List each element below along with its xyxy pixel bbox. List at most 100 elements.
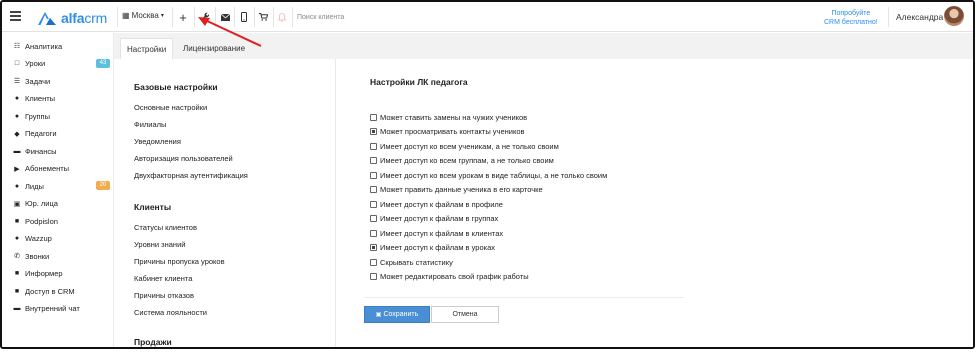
permission-option[interactable]: Имеет доступ ко всем группам, а не тольк… (370, 156, 554, 166)
sidebar-item[interactable]: ☰ Задачи (12, 74, 112, 88)
user-name[interactable]: Александра (896, 12, 943, 22)
header-divider (117, 7, 118, 27)
settings-menu-link[interactable]: Система лояльности (134, 308, 207, 317)
sidebar-item[interactable]: ■ Информер (12, 267, 112, 281)
teacher-settings-title: Настройки ЛК педагога (370, 77, 468, 87)
settings-menu-link[interactable]: Авторизация пользователей (134, 154, 233, 163)
settings-menu-link[interactable]: Статусы клиентов (134, 223, 197, 232)
podpislon-icon: ■ (14, 217, 20, 225)
sidebar-item-label: Педагоги (25, 129, 57, 138)
permission-option-label: Скрывать статистику (380, 257, 453, 267)
sidebar-item[interactable]: ◆ Педагоги (12, 127, 112, 141)
count-badge: 43 (96, 58, 110, 68)
permission-option[interactable]: Имеет доступ к файлам в клиентах (370, 228, 503, 238)
checkbox[interactable] (370, 273, 377, 280)
settings-menu-link[interactable]: Уведомления (134, 137, 181, 146)
menu-hamburger-icon[interactable] (10, 11, 21, 22)
header-divider (273, 7, 274, 27)
alfacrm-logo[interactable]: alfacrm (36, 8, 107, 28)
logo-text: alfacrm (61, 10, 108, 26)
checkbox[interactable] (370, 229, 377, 237)
checkbox[interactable] (370, 186, 377, 193)
settings-menu-link[interactable]: Двухфакторная аутентификация (134, 171, 248, 180)
checkbox-checked[interactable] (370, 244, 377, 251)
bar-chart-icon: ☷ (13, 43, 21, 50)
settings-section-title: Продажи (134, 337, 172, 347)
informer-icon: ■ (14, 270, 20, 277)
sidebar-item[interactable]: ▬ Финансы (12, 144, 112, 158)
checkbox[interactable] (370, 200, 377, 208)
cancel-button[interactable]: Отмена (431, 306, 499, 323)
permission-option[interactable]: Имеет доступ к файлам в профиле (370, 199, 503, 209)
add-button[interactable]: + (176, 10, 190, 25)
checkbox[interactable] (370, 171, 377, 179)
lock-icon: ■ (14, 287, 20, 295)
checkbox[interactable] (370, 142, 377, 150)
sidebar-item-label: Аналитика (25, 41, 63, 51)
sidebar-item[interactable]: ■ Доступ в CRM (12, 284, 112, 298)
save-button[interactable]: ▣ Сохранить (364, 306, 430, 323)
permission-option[interactable]: Имеет доступ к файлам в уроках (370, 243, 495, 253)
permission-option[interactable]: Имеет доступ ко всем ученикам, а не толь… (370, 141, 559, 151)
header-divider (292, 7, 293, 27)
settings-menu-link[interactable]: Основные настройки (134, 103, 207, 112)
count-badge: 20 (96, 181, 110, 190)
form-divider (364, 297, 684, 298)
permission-option[interactable]: Может ставить замены на чужих учеников (370, 112, 527, 122)
permission-option[interactable]: Может править данные ученика в его карто… (370, 185, 543, 195)
permission-option-label: Может править данные ученика в его карто… (380, 185, 543, 194)
permission-option[interactable]: Может просматривать контакты учеников (370, 127, 524, 137)
sidebar-item[interactable]: ● Группы (12, 109, 112, 123)
permission-option-label: Имеет доступ к файлам в профиле (380, 199, 503, 209)
settings-panel: Базовые настройки Основные настройки Филиа… (114, 59, 973, 347)
settings-section-title: Базовые настройки (134, 82, 218, 92)
user-icon: ● (14, 95, 20, 102)
permission-option[interactable]: Имеет доступ к файлам в группах (370, 214, 498, 224)
checkbox[interactable] (370, 258, 377, 266)
trial-link[interactable]: Попробуйте CRM бесплатно! (824, 9, 878, 27)
settings-menu-link[interactable]: Уровни знаний (134, 240, 185, 249)
header-divider (172, 7, 173, 27)
tag-icon: ▶ (14, 165, 20, 173)
money-icon: ▬ (13, 147, 21, 155)
tasks-icon: ☰ (13, 78, 21, 85)
sidebar-item[interactable]: □ Уроки 43 (12, 57, 112, 71)
settings-menu-link[interactable]: Филиалы (134, 120, 166, 129)
settings-menu-link[interactable]: Причины отказов (134, 291, 194, 300)
checkbox[interactable] (370, 113, 377, 121)
sidebar-item[interactable]: ▬ Внутренний чат (12, 302, 112, 316)
sidebar-item[interactable]: ■ Podpislon (12, 214, 112, 228)
permission-option-label: Имеет доступ к файлам в уроках (380, 243, 495, 252)
permission-option[interactable]: Имеет доступ ко всем урокам в виде табли… (370, 170, 607, 180)
sidebar-item[interactable]: ● Лиды 20 (12, 179, 112, 193)
branch-selector[interactable]: ▦ Москва ▾ (122, 11, 164, 20)
sidebar-item-label: Клиенты (25, 94, 56, 103)
checkbox[interactable] (370, 215, 377, 222)
permission-option-label: Может ставить замены на чужих учеников (380, 112, 528, 122)
sidebar-item-label: Информер (25, 269, 63, 278)
sidebar-item[interactable]: ☷ Аналитика (12, 39, 112, 53)
sidebar-item-label: Звонки (25, 251, 50, 261)
avatar[interactable] (944, 6, 964, 26)
bell-icon[interactable] (275, 10, 289, 24)
chat-icon: ▬ (13, 305, 21, 312)
permission-option-label: Имеет доступ ко всем группам, а не тольк… (380, 156, 554, 165)
sidebar-item[interactable]: ● Wazzup (12, 232, 112, 246)
settings-menu: Базовые настройки Основные настройки Филиа… (114, 59, 336, 347)
calendar-icon: □ (14, 60, 20, 67)
search-client-input[interactable] (297, 11, 417, 23)
checkbox-checked[interactable] (370, 128, 377, 135)
sidebar-item[interactable]: ✆ Звонки (12, 249, 112, 263)
settings-menu-link[interactable]: Кабинет клиента (134, 274, 192, 283)
sidebar-item[interactable]: ● Клиенты (12, 92, 112, 106)
settings-menu-link[interactable]: Причины пропуска уроков (134, 257, 225, 266)
permission-option[interactable]: Может редактировать свой график работы (370, 272, 529, 282)
checkbox[interactable] (370, 157, 377, 164)
permission-option-label: Может просматривать контакты учеников (380, 127, 525, 136)
sidebar-item-label: Уроки (25, 59, 46, 68)
sidebar-item[interactable]: ▣ Юр. лица (12, 197, 112, 211)
tab-settings[interactable]: Настройки (120, 38, 174, 59)
sidebar-item[interactable]: ▶ Абонементы (12, 162, 112, 176)
permission-option[interactable]: Скрывать статистику (370, 257, 453, 267)
sidebar-item-label: Финансы (25, 146, 57, 156)
